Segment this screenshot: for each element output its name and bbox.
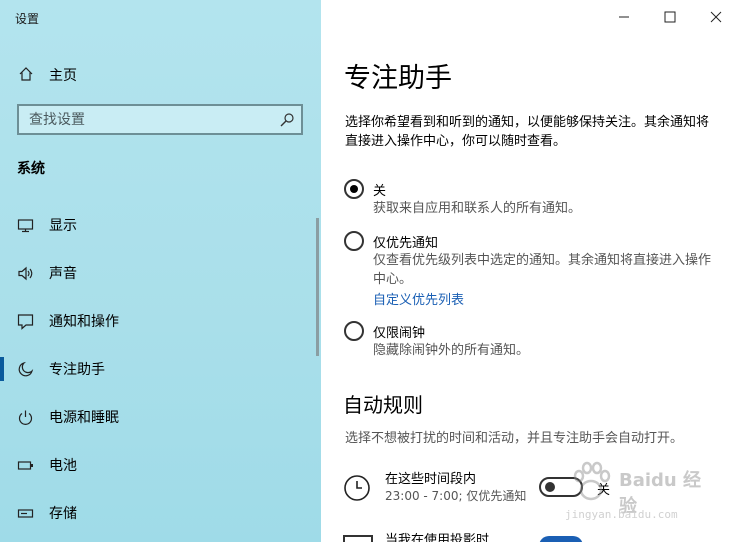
sidebar-item-label: 声音	[49, 266, 77, 282]
sidebar-item-label: 电池	[49, 458, 77, 474]
close-icon	[710, 11, 722, 23]
sidebar-item-display[interactable]: 显示	[0, 205, 317, 245]
maximize-button[interactable]	[647, 4, 693, 30]
storage-icon	[17, 505, 34, 522]
moon-icon	[17, 361, 34, 378]
search-input[interactable]	[19, 106, 269, 133]
sidebar: 设置 主页 系统 显示 声音 通知和操作 专注助手	[0, 0, 321, 542]
minimize-button[interactable]	[601, 4, 647, 30]
sidebar-item-battery[interactable]: 电池	[0, 445, 317, 485]
watermark-url: jingyan.baidu.com	[565, 508, 678, 521]
monitor-icon	[17, 217, 34, 234]
auto-rules-title: 自动规则	[343, 393, 423, 417]
sidebar-item-storage[interactable]: 存储	[0, 493, 317, 533]
option-alarms-desc: 隐藏除闹钟外的所有通知。	[373, 343, 530, 358]
toggle-knob	[545, 482, 555, 492]
home-nav-item[interactable]: 主页	[0, 60, 321, 90]
speaker-icon	[17, 265, 34, 282]
rule-projector-toggle[interactable]	[539, 536, 583, 542]
rule-projector-title[interactable]: 当我在使用投影时	[385, 529, 489, 542]
sidebar-item-label: 存储	[49, 506, 77, 522]
section-title: 系统	[17, 161, 45, 177]
radio-dot	[350, 185, 358, 193]
active-indicator	[0, 357, 4, 381]
notification-icon	[17, 313, 34, 330]
option-off-label: 关	[373, 184, 387, 199]
sidebar-item-notifications[interactable]: 通知和操作	[0, 301, 317, 341]
option-alarms-label: 仅限闹钟	[373, 326, 426, 341]
power-icon	[17, 409, 34, 426]
maximize-icon	[664, 11, 676, 23]
option-priority-desc: 仅查看优先级列表中选定的通知。其余通知将直接进入操作中心。	[373, 253, 712, 287]
home-label: 主页	[49, 68, 77, 84]
sidebar-item-sound[interactable]: 声音	[0, 253, 317, 293]
baidu-watermark: Baidu 经验 jingyan.baidu.com	[565, 456, 715, 526]
rule-time-sub: 23:00 - 7:00; 仅优先通知	[385, 489, 527, 503]
projector-icon	[343, 535, 373, 542]
home-icon	[18, 66, 34, 82]
close-button[interactable]	[693, 4, 739, 30]
sidebar-item-focus-assist[interactable]: 专注助手	[0, 349, 317, 389]
search-icon[interactable]	[279, 112, 295, 128]
page-title: 专注助手	[344, 63, 452, 94]
sidebar-item-power[interactable]: 电源和睡眠	[0, 397, 317, 437]
radio-priority-only[interactable]	[344, 231, 364, 251]
radio-off[interactable]	[344, 179, 364, 199]
sidebar-item-label: 电源和睡眠	[49, 410, 119, 426]
customize-priority-link[interactable]: 自定义优先列表	[373, 289, 464, 308]
sidebar-item-label: 显示	[49, 218, 77, 234]
search-box[interactable]	[17, 104, 303, 135]
sidebar-item-label: 通知和操作	[49, 314, 119, 330]
option-off-desc: 获取来自应用和联系人的所有通知。	[373, 201, 582, 216]
app-title: 设置	[15, 12, 40, 26]
auto-rules-desc: 选择不想被打扰的时间和活动，并且专注助手会自动打开。	[345, 431, 684, 446]
page-description: 选择你希望看到和听到的通知，以便能够保持关注。其余通知将直接进入操作中心，你可以…	[345, 115, 710, 149]
battery-icon	[17, 457, 34, 474]
sidebar-scrollbar[interactable]	[316, 218, 319, 356]
minimize-icon	[619, 16, 629, 18]
sidebar-item-label: 专注助手	[49, 362, 105, 378]
clock-icon	[343, 474, 371, 502]
rule-time-title[interactable]: 在这些时间段内	[385, 468, 476, 487]
radio-alarms-only[interactable]	[344, 321, 364, 341]
paw-logo-icon	[573, 461, 611, 501]
option-priority-label: 仅优先通知	[373, 236, 439, 251]
